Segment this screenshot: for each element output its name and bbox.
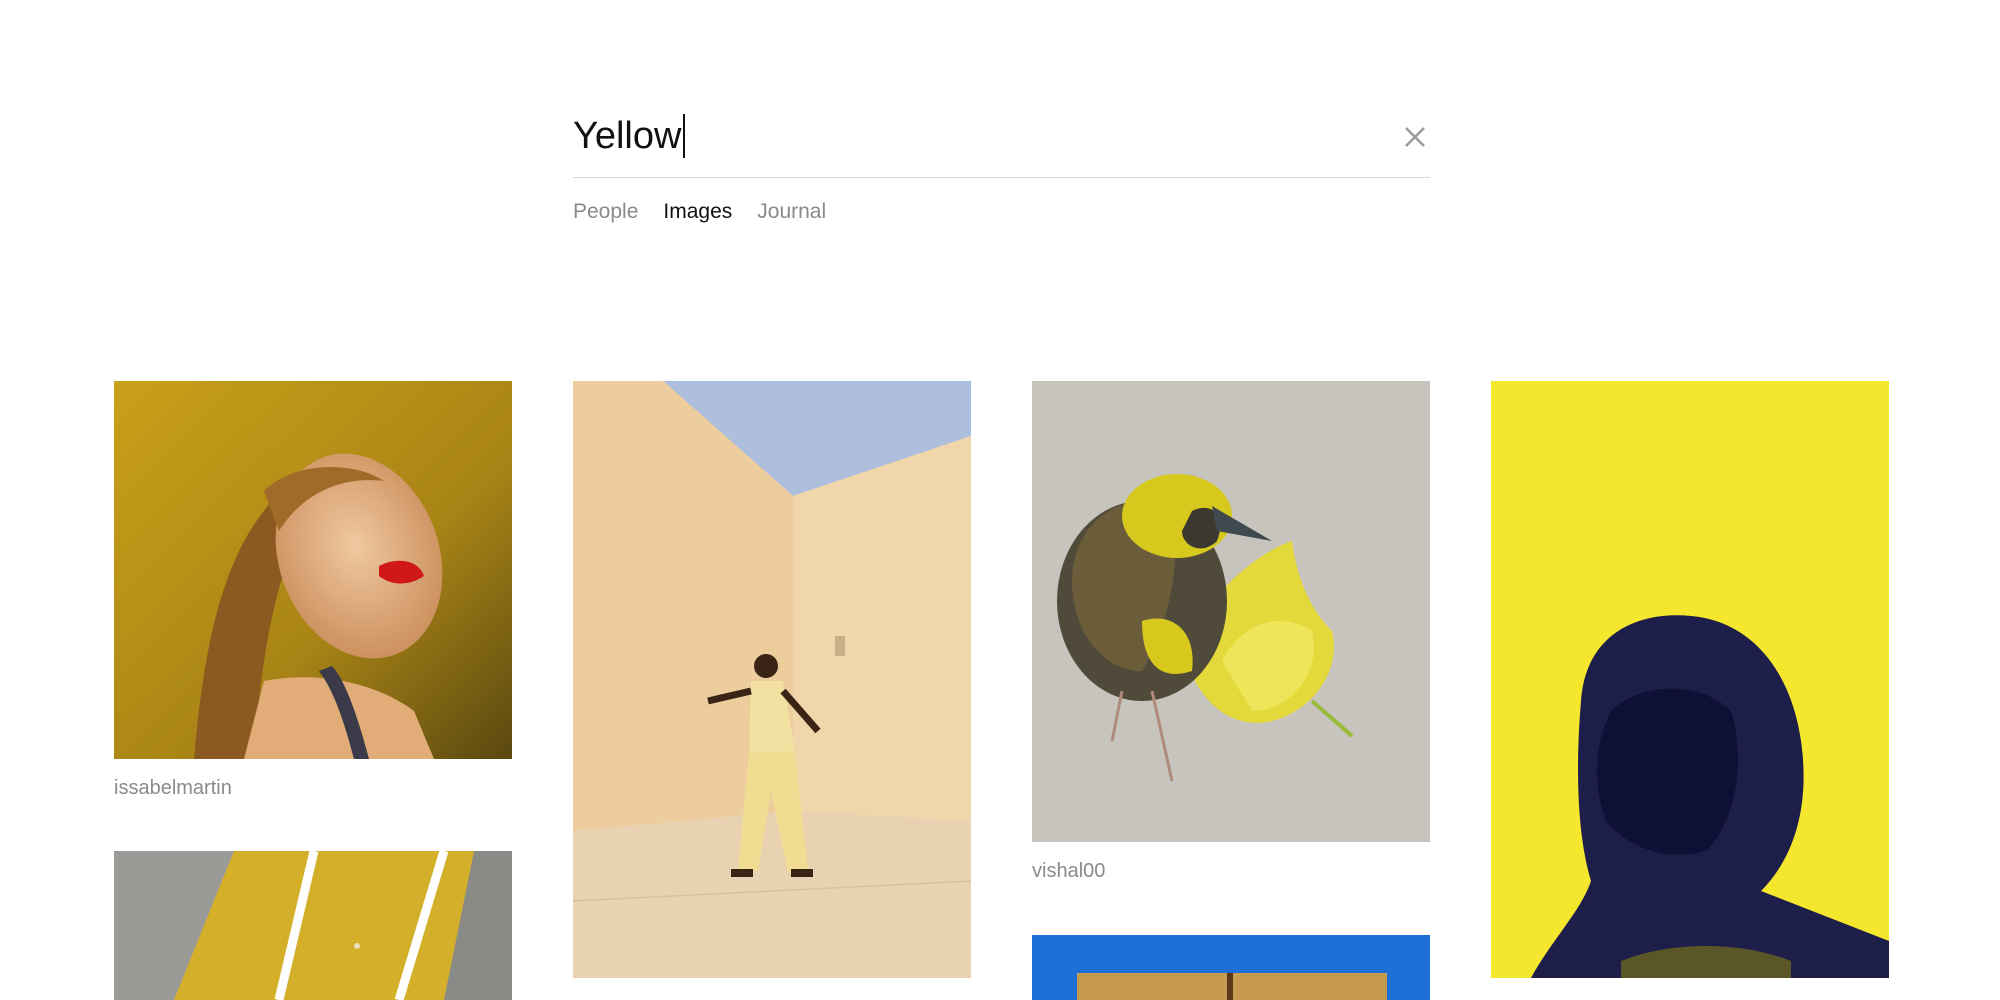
dancer-image <box>573 381 971 978</box>
result-image[interactable] <box>573 381 971 978</box>
result-image[interactable] <box>1032 935 1430 1000</box>
result-image[interactable] <box>114 381 512 759</box>
result-image[interactable] <box>114 851 512 1000</box>
bird-image <box>1032 381 1430 842</box>
image-author[interactable]: vishal00 <box>1032 860 1105 883</box>
image-results-grid: issabelmartin vishal00 <box>0 0 2000 1000</box>
result-image[interactable] <box>1491 381 1889 978</box>
image-author[interactable]: issabelmartin <box>114 777 232 800</box>
hooded-figure-image <box>1491 381 1889 978</box>
ceiling-image <box>114 851 512 1000</box>
result-image[interactable] <box>1032 381 1430 842</box>
portrait-image <box>114 381 512 759</box>
blue-frame-image <box>1032 935 1430 1000</box>
